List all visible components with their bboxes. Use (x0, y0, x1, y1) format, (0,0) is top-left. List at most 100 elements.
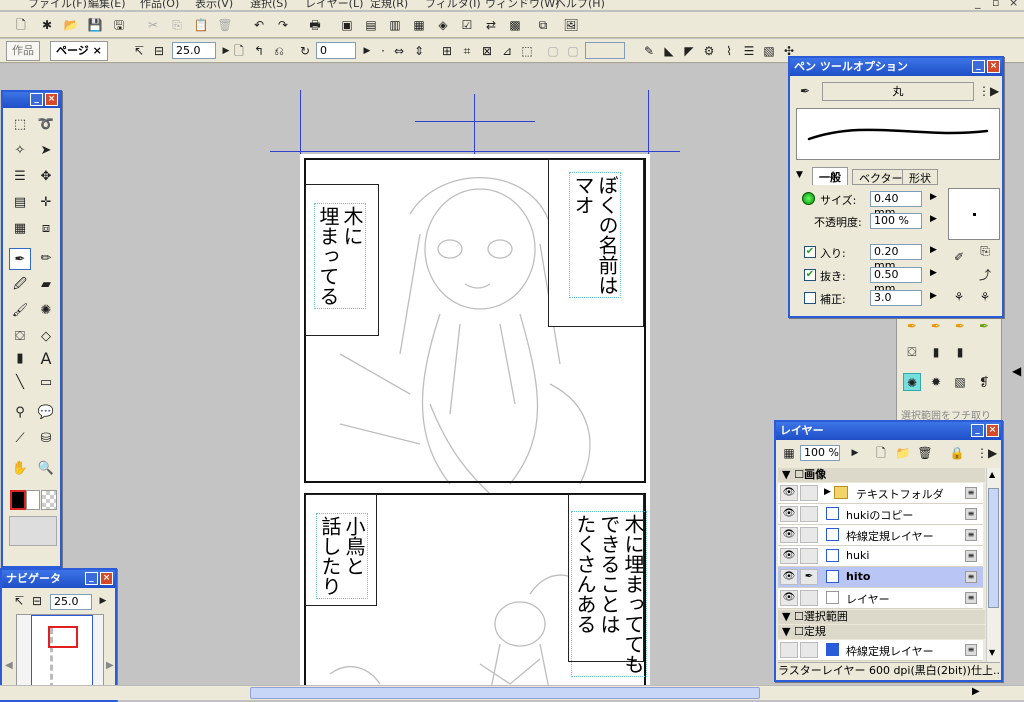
visibility-icon[interactable]: 👁 (780, 548, 798, 564)
object-select-tool-icon[interactable]: ➤ (35, 140, 57, 162)
undo-icon[interactable]: ↶ (250, 16, 268, 34)
layer-row-frame-ruler[interactable]: 👁 枠線定規レイヤー ≡ (778, 525, 983, 546)
save-icon[interactable]: 💾 (86, 16, 104, 34)
scroll-up-icon[interactable]: ▲ (989, 470, 995, 479)
in-style-icon[interactable]: ✐ (950, 248, 968, 266)
new-layer-icon[interactable]: 🗋 (872, 444, 890, 462)
layer-menu-icon[interactable]: ⋮▶ (976, 444, 997, 462)
tab-close-icon[interactable]: × (93, 44, 102, 57)
transparent-color-swatch[interactable] (41, 490, 57, 510)
layer-option-icon[interactable]: ≡ (965, 529, 977, 541)
page-icon[interactable]: 🗋 (230, 42, 248, 60)
rotate-icon[interactable]: ↻ (296, 42, 314, 60)
pen-preset-4-icon[interactable]: ✒ (975, 317, 993, 335)
navigator-titlebar[interactable]: ナビゲータ _ × (2, 570, 115, 588)
in-input[interactable]: 0.20 mm (870, 244, 922, 272)
redo-icon[interactable]: ↷ (274, 16, 292, 34)
gear-icon[interactable]: ⚙ (700, 42, 718, 60)
layer-row-ruler-frame[interactable]: 枠線定規レイヤー ≡ (778, 640, 983, 661)
gradient-preset-2-icon[interactable]: ▮ (951, 343, 969, 361)
new-folder-icon[interactable]: 📁 (894, 444, 912, 462)
frame-tool-icon[interactable]: ▦ (9, 218, 31, 240)
visibility-icon[interactable] (780, 642, 798, 658)
out-input[interactable]: 0.50 mm (870, 267, 922, 295)
brush-name-button[interactable]: 丸 (822, 82, 974, 101)
tab-shape[interactable]: 形状 (902, 169, 938, 185)
menu-work[interactable]: 作品(O) (140, 0, 179, 10)
fill-tool-icon[interactable]: ⛋ (9, 326, 31, 348)
lock-icon[interactable]: 🔒 (948, 444, 966, 462)
zoom-fit-icon[interactable]: ↸ (130, 42, 148, 60)
view-mode-2-icon[interactable]: ▤ (362, 16, 380, 34)
edit-slot[interactable] (800, 642, 818, 658)
correction-tool-icon[interactable]: ⟋ (9, 428, 31, 450)
nav-left-arrow-icon[interactable]: ◀ (5, 660, 13, 671)
layer-row-huki-copy[interactable]: 👁 hukiのコピー ≡ (778, 504, 983, 525)
rectangle-tool-icon[interactable]: ▭ (35, 372, 57, 394)
pen-options-minimize-icon[interactable]: _ (972, 60, 985, 73)
menu-layer[interactable]: レイヤー(L) (305, 0, 363, 10)
lasso-tool-icon[interactable]: ➰ (35, 114, 57, 136)
nav-zoom-fit-icon[interactable]: ↸ (10, 592, 28, 610)
restore-window-icon[interactable]: ▫ (992, 0, 999, 9)
cut-icon[interactable]: ✂ (144, 16, 162, 34)
correction-arrow-icon[interactable]: ▶ (930, 291, 937, 301)
layer-option-icon[interactable]: ≡ (965, 592, 977, 604)
nav-zoom-input[interactable]: 25.0 (50, 594, 92, 610)
top-right-balloon[interactable]: ぼくの名前は マオ (548, 159, 644, 327)
copy-icon[interactable]: ⎘ (168, 16, 186, 34)
bottom-left-text[interactable]: 小鳥と 話したり (316, 513, 368, 599)
panel-collapse-arrow-icon[interactable]: ◀ (1012, 364, 1021, 378)
new-work-icon[interactable]: ✱ (38, 16, 56, 34)
layer-option-icon[interactable]: ≡ (965, 508, 977, 520)
airbrush-tool-icon[interactable]: ✺ (35, 300, 57, 322)
layer-option-icon[interactable]: ≡ (965, 571, 977, 583)
paste-icon[interactable]: 📋 (192, 16, 210, 34)
nav-zoom-out-icon[interactable]: ⊟ (28, 592, 46, 610)
view-mode-1-icon[interactable]: ▣ (338, 16, 356, 34)
zoom-out-icon[interactable]: ⊟ (150, 42, 168, 60)
tools-minimize-icon[interactable]: _ (30, 93, 43, 106)
size-input[interactable]: 0.40 mm (870, 191, 922, 219)
top-right-text[interactable]: ぼくの名前は マオ (569, 172, 621, 298)
minimize-window-icon[interactable]: _ (975, 0, 981, 9)
color-grid-icon[interactable]: ▩ (506, 16, 524, 34)
correction-checkbox[interactable]: ✔ (804, 292, 816, 304)
navigator-minimize-icon[interactable]: _ (85, 572, 98, 585)
section-selection-header[interactable]: ▼ ☐選択範囲 (778, 610, 985, 624)
hscroll-thumb[interactable] (250, 687, 760, 699)
visibility-icon[interactable]: 👁 (780, 506, 798, 522)
layer-row-hito-active[interactable]: 👁 ✒ hito ≡ (778, 567, 983, 588)
nav-zoom-dropdown-icon[interactable]: ▶ (94, 592, 112, 610)
delete-icon[interactable]: 🗑 (216, 16, 234, 34)
nav-view-rect[interactable] (48, 626, 78, 648)
tab-work[interactable]: 作品 (6, 41, 40, 61)
main-color-swatch[interactable] (10, 490, 26, 510)
tone-tool-icon[interactable]: ▤ (9, 192, 31, 214)
save-all-icon[interactable]: 🖫 (110, 16, 128, 34)
canvas-hscrollbar[interactable]: ▶ (0, 685, 1024, 700)
selection-view-icon[interactable]: ⬚ (518, 42, 536, 60)
zoom-tool-icon[interactable]: 🔍 (35, 458, 57, 480)
visibility-icon[interactable]: 👁 (780, 485, 798, 501)
bottom-left-balloon[interactable]: 小鳥と 話したり (305, 494, 377, 606)
pencil-tool-icon[interactable]: ✏ (35, 248, 57, 270)
print-icon[interactable]: 🖶 (306, 16, 324, 34)
eyedropper-tool-icon[interactable]: ⚲ (9, 402, 31, 424)
layer-opacity-input[interactable]: 100 % (800, 445, 840, 461)
pen-options-close-icon[interactable]: × (987, 60, 1000, 73)
view-mode-3-icon[interactable]: ▥ (386, 16, 404, 34)
hscroll-right-icon[interactable]: ▶ (972, 686, 980, 697)
pattern-fill-tool-icon[interactable]: ◇ (35, 326, 57, 348)
disabled-tool-2-icon[interactable]: ▢ (564, 42, 582, 60)
tab-vector[interactable]: ベクター (852, 169, 910, 185)
rotate-left-icon[interactable]: ↰ (250, 42, 268, 60)
bottom-right-balloon[interactable]: 木に埋まってても できることは たくさんある (568, 494, 647, 677)
layer-opacity-arrow-icon[interactable]: ▶ (846, 444, 864, 462)
out-arrow-icon[interactable]: ▶ (930, 268, 937, 278)
tabs-collapse-icon[interactable]: ▼ (796, 170, 803, 180)
line-tool-icon[interactable]: ╲ (9, 372, 31, 394)
triangle-icon[interactable]: ◣ (660, 42, 678, 60)
pen-preset-3-icon[interactable]: ✒ (951, 317, 969, 335)
zoom-input[interactable]: 25.0 (172, 42, 216, 59)
